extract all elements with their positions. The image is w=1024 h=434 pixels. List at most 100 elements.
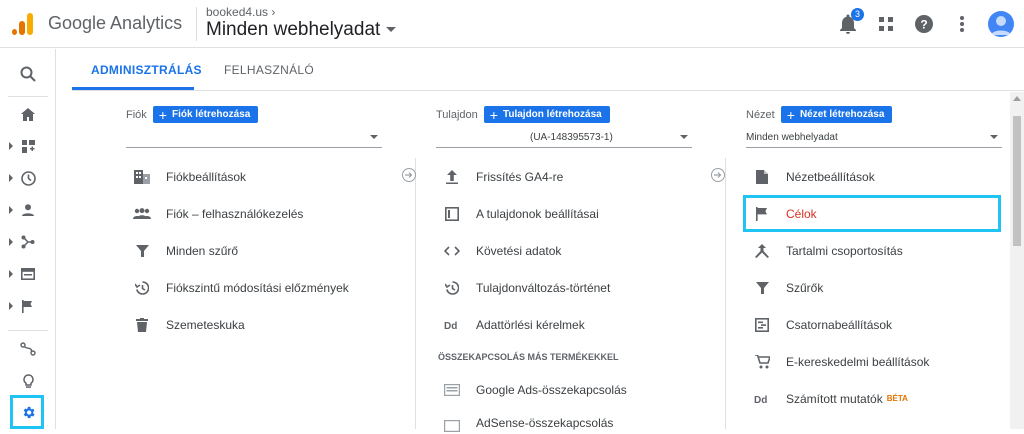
expand-arrow-icon[interactable] (9, 206, 13, 214)
menu-item-label: Fiók – felhasználókezelés (166, 206, 304, 221)
menu-item-label: AdSense-összekapcsolás (476, 416, 614, 430)
document-icon (752, 167, 772, 187)
menu-item-label: Frissítés GA4-re (476, 169, 564, 184)
building-icon (132, 167, 152, 187)
trash-icon (132, 315, 152, 335)
menu-item-ecommerce-settings[interactable]: E-kereskedelmi beállítások (746, 343, 1004, 380)
menu-item-channel-settings[interactable]: Csatornabeállítások (746, 306, 1004, 343)
customization-icon (21, 139, 35, 153)
customization-nav-item[interactable] (0, 132, 56, 160)
menu-item-label: Szemeteskuka (166, 317, 245, 332)
expand-arrow-icon[interactable] (9, 174, 13, 182)
account-header: Fiók + Fiók létrehozása (126, 106, 259, 123)
flag-icon (752, 204, 772, 224)
acquisition-icon (21, 235, 35, 249)
window-icon (442, 204, 462, 224)
audience-icon (22, 204, 34, 216)
conversions-nav-item[interactable] (0, 292, 56, 320)
menu-item-trash[interactable]: Szemeteskuka (126, 306, 384, 343)
menu-item-label: Számított mutatók (786, 391, 883, 406)
column-divider (415, 158, 416, 429)
property-label: Tulajdon (436, 108, 478, 121)
tab-admin[interactable]: ADMINISZTRÁLÁS (91, 63, 202, 77)
link-arrow-icon (711, 168, 725, 182)
acquisition-nav-item[interactable] (0, 228, 56, 256)
menu-item-calculated-metrics[interactable]: Dd Számított mutatók BÉTA (746, 380, 1004, 417)
view-selector[interactable]: Minden webhelyadat (206, 19, 397, 41)
menu-item-label: Adattörlési kérelmek (476, 317, 585, 332)
code-icon (442, 241, 462, 261)
header-actions: 3 ? (836, 8, 1014, 40)
audience-nav-item[interactable] (0, 196, 56, 224)
page-scrollbar[interactable] (1010, 92, 1024, 429)
filter-icon (132, 241, 152, 261)
create-account-button[interactable]: + Fiók létrehozása (152, 106, 259, 123)
breadcrumb-account[interactable]: booked4.us (206, 5, 268, 19)
menu-item-account-user-management[interactable]: Fiók – felhasználókezelés (126, 195, 384, 232)
app-title[interactable]: Google Analytics (48, 13, 182, 34)
caret-down-icon (370, 135, 378, 139)
create-view-label: Nézet létrehozása (799, 109, 885, 120)
discover-nav-item[interactable] (0, 367, 56, 395)
account-label: Fiók (126, 108, 147, 121)
realtime-icon (20, 170, 36, 186)
apps-grid-icon[interactable] (874, 12, 898, 36)
expand-arrow-icon[interactable] (9, 270, 13, 278)
menu-item-label: A tulajdonok beállításai (476, 206, 599, 221)
menu-item-filters[interactable]: Szűrők (746, 269, 1004, 306)
menu-item-upgrade-ga4[interactable]: Frissítés GA4-re (436, 158, 694, 195)
avatar[interactable] (988, 11, 1014, 37)
adsense-icon (442, 416, 462, 434)
home-nav-item[interactable] (0, 100, 56, 128)
more-vert-icon[interactable] (950, 12, 974, 36)
menu-item-google-ads-linking[interactable]: Google Ads-összekapcsolás (436, 371, 694, 408)
menu-item-content-grouping[interactable]: Tartalmi csoportosítás (746, 232, 1004, 269)
create-account-label: Fiók létrehozása (171, 109, 251, 120)
menu-item-adsense-linking[interactable]: AdSense-összekapcsolás (436, 408, 694, 434)
link-arrow-icon (402, 168, 416, 182)
behavior-nav-item[interactable] (0, 260, 56, 288)
notifications-bell-icon[interactable]: 3 (836, 8, 864, 36)
content-grouping-icon (752, 241, 772, 261)
product-linking-heading: ÖSSZEKAPCSOLÁS MÁS TERMÉKEKKEL (438, 352, 619, 362)
menu-item-all-filters[interactable]: Minden szűrő (126, 232, 384, 269)
menu-item-data-deletion[interactable]: Dd Adattörlési kérelmek (436, 306, 694, 343)
caret-down-icon (990, 135, 998, 139)
scrollbar-thumb[interactable] (1013, 116, 1021, 246)
breadcrumb[interactable]: booked4.us › (206, 5, 275, 19)
beta-badge: BÉTA (886, 394, 908, 403)
lightbulb-icon (22, 373, 34, 388)
expand-arrow-icon[interactable] (9, 302, 13, 310)
search-nav-item[interactable] (0, 60, 56, 88)
create-property-button[interactable]: + Tulajdon létrehozása (483, 106, 610, 123)
dd-icon: Dd (442, 315, 462, 335)
menu-item-property-settings[interactable]: A tulajdonok beállításai (436, 195, 694, 232)
view-column-selector[interactable]: Minden webhelyadat (746, 128, 1002, 148)
realtime-nav-item[interactable] (0, 164, 56, 192)
menu-item-goals[interactable]: Célok (743, 195, 1001, 232)
create-view-button[interactable]: + Nézet létrehozása (780, 106, 893, 123)
chevron-right-icon: › (271, 5, 276, 19)
menu-item-account-settings[interactable]: Fiókbeállítások (126, 158, 384, 195)
search-icon (20, 66, 36, 82)
create-property-label: Tulajdon létrehozása (502, 109, 602, 120)
expand-arrow-icon[interactable] (9, 142, 13, 150)
nav-divider (8, 330, 48, 331)
menu-item-property-change-history[interactable]: Tulajdonváltozás-történet (436, 269, 694, 306)
menu-item-tracking-info[interactable]: Követési adatok (436, 232, 694, 269)
menu-item-view-settings[interactable]: Nézetbeállítások (746, 158, 1004, 195)
help-icon[interactable]: ? (912, 12, 936, 36)
menu-item-account-change-history[interactable]: Fiókszintű módosítási előzmények (126, 269, 384, 306)
expand-arrow-icon[interactable] (9, 238, 13, 246)
account-selector[interactable] (126, 128, 382, 148)
history-icon (132, 278, 152, 298)
upgrade-arrow-icon (442, 167, 462, 187)
analytics-logo-icon[interactable] (12, 13, 34, 35)
tab-user[interactable]: FELHASZNÁLÓ (224, 63, 314, 77)
property-selector[interactable]: (UA-148395573-1) (436, 128, 692, 148)
plus-icon: + (489, 106, 498, 123)
attribution-nav-item[interactable] (0, 335, 56, 363)
scroll-up-arrow-icon[interactable] (1013, 96, 1021, 101)
view-label: Nézet (746, 108, 775, 121)
left-nav (0, 49, 56, 429)
